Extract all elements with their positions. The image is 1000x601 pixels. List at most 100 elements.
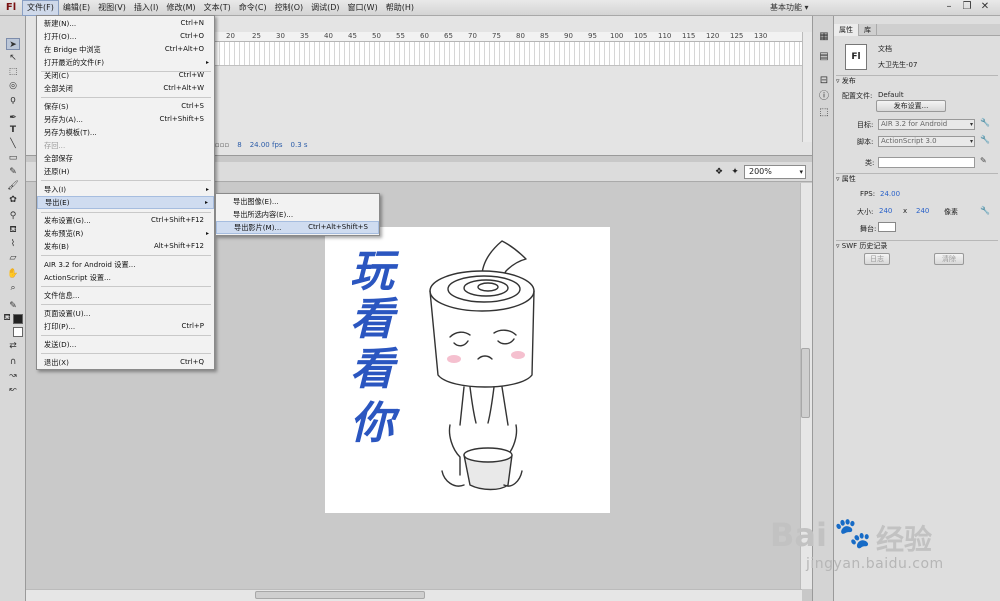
menu-item-close[interactable]: 关闭(C) Ctrl+W bbox=[37, 69, 214, 82]
pen-tool-icon[interactable]: ✒ bbox=[6, 112, 20, 124]
swf-history-section-header[interactable]: ▿ SWF 历史记录 bbox=[836, 240, 998, 251]
menu-file[interactable]: 文件(F) bbox=[22, 0, 59, 16]
menu-item-save-as-template[interactable]: 另存为模板(T)... bbox=[37, 126, 214, 139]
minimize-button[interactable]: – bbox=[940, 0, 958, 15]
menu-item-page-setup[interactable]: 页面设置(U)... bbox=[37, 307, 214, 320]
info-panel-icon[interactable]: ⓘ bbox=[817, 90, 831, 104]
free-transform-tool-icon[interactable]: ⬚ bbox=[6, 66, 20, 78]
line-tool-icon[interactable]: ╲ bbox=[6, 138, 20, 150]
fps-value[interactable]: 24.00 bbox=[880, 190, 900, 198]
eraser-tool-icon[interactable]: ▱ bbox=[6, 252, 20, 264]
menu-item-save-as[interactable]: 另存为(A)... Ctrl+Shift+S bbox=[37, 113, 214, 126]
bone-tool-icon[interactable]: ⚲ bbox=[6, 210, 20, 222]
width-value[interactable]: 240 bbox=[879, 207, 892, 215]
3d-rotation-tool-icon[interactable]: ◎ bbox=[6, 80, 20, 92]
rectangle-tool-icon[interactable]: ▭ bbox=[6, 152, 20, 164]
class-input[interactable] bbox=[878, 157, 975, 168]
hand-tool-icon[interactable]: ✋ bbox=[6, 268, 20, 280]
publish-settings-button[interactable]: 发布设置... bbox=[876, 100, 946, 112]
menu-item-exit[interactable]: 退出(X) Ctrl+Q bbox=[37, 356, 214, 369]
pencil-tool-icon[interactable]: ✎ bbox=[6, 166, 20, 178]
subselection-tool-icon[interactable]: ↖ bbox=[6, 52, 20, 64]
fill-color-swatch[interactable] bbox=[13, 327, 23, 337]
menu-item-check-in[interactable]: 存回... bbox=[37, 139, 214, 152]
menu-item-export[interactable]: 导出(E) ▸ bbox=[37, 196, 214, 209]
menu-item-open-recent[interactable]: 打开最近的文件(F) ▸ bbox=[37, 56, 214, 69]
swap-colors-icon[interactable]: ⇄ bbox=[6, 340, 20, 352]
swatches-panel-icon[interactable]: ▤ bbox=[817, 50, 831, 64]
restore-button[interactable]: ❐ bbox=[958, 0, 976, 15]
menu-item-open[interactable]: 打开(O)... Ctrl+O bbox=[37, 30, 214, 43]
menu-modify[interactable]: 修改(M) bbox=[162, 0, 199, 16]
script-select[interactable]: ActionScript 3.0 ▾ bbox=[878, 136, 975, 147]
menu-window[interactable]: 窗口(W) bbox=[344, 0, 382, 16]
menu-control[interactable]: 控制(O) bbox=[271, 0, 308, 16]
menu-item-browse-bridge[interactable]: 在 Bridge 中浏览 Ctrl+Alt+O bbox=[37, 43, 214, 56]
zoom-select[interactable]: 200% ▾ bbox=[744, 165, 806, 179]
menu-item-save[interactable]: 保存(S) Ctrl+S bbox=[37, 100, 214, 113]
menu-edit[interactable]: 编辑(E) bbox=[59, 0, 94, 16]
menu-item-export-image[interactable]: 导出图像(E)... bbox=[216, 195, 379, 208]
zoom-tool-icon[interactable]: ⌕ bbox=[6, 282, 20, 294]
fill-color-icon[interactable]: ⛾ bbox=[2, 312, 12, 324]
lasso-tool-icon[interactable]: ϙ bbox=[6, 94, 20, 106]
timeline-scrollbar[interactable] bbox=[802, 32, 812, 142]
straighten-icon[interactable]: ↜ bbox=[6, 384, 20, 396]
menu-item-print[interactable]: 打印(P)... Ctrl+P bbox=[37, 320, 214, 333]
menu-item-file-info[interactable]: 文件信息... bbox=[37, 289, 214, 302]
attributes-section-header[interactable]: ▿ 属性 bbox=[836, 173, 998, 184]
menu-item-save-all[interactable]: 全部保存 bbox=[37, 152, 214, 165]
menu-debug[interactable]: 调试(D) bbox=[307, 0, 343, 16]
color-panel-icon[interactable]: ▦ bbox=[817, 30, 831, 44]
publish-section-header[interactable]: ▿ 发布 bbox=[836, 75, 998, 86]
text-tool-icon[interactable]: T bbox=[6, 124, 20, 136]
menu-item-export-movie[interactable]: 导出影片(M)... Ctrl+Alt+Shift+S bbox=[216, 221, 379, 234]
transform-panel-icon[interactable]: ⬚ bbox=[817, 106, 831, 120]
menu-item-send[interactable]: 发送(D)... bbox=[37, 338, 214, 351]
wrench-icon[interactable]: 🔧 bbox=[980, 135, 990, 144]
menu-item-import[interactable]: 导入(I) ▸ bbox=[37, 183, 214, 196]
tab-properties[interactable]: 属性 bbox=[834, 24, 859, 36]
wrench-icon[interactable]: 🔧 bbox=[980, 206, 990, 215]
selection-tool-icon[interactable]: ➤ bbox=[6, 38, 20, 50]
deco-tool-icon[interactable]: ✿ bbox=[6, 194, 20, 206]
eyedropper-tool-icon[interactable]: ⌇ bbox=[6, 238, 20, 250]
menu-text[interactable]: 文本(T) bbox=[200, 0, 235, 16]
menu-item-air-android-settings[interactable]: AIR 3.2 for Android 设置... bbox=[37, 258, 214, 271]
stage-vertical-scroll-thumb[interactable] bbox=[801, 348, 810, 418]
height-value[interactable]: 240 bbox=[916, 207, 929, 215]
stage-horizontal-scroll-thumb[interactable] bbox=[255, 591, 425, 599]
onion-skin-icon[interactable]: ▫▫▫ bbox=[215, 141, 229, 151]
log-button[interactable]: 日志 bbox=[864, 253, 890, 265]
menu-item-actionscript-settings[interactable]: ActionScript 设置... bbox=[37, 271, 214, 284]
stroke-color-swatch[interactable] bbox=[13, 314, 23, 324]
menu-view[interactable]: 视图(V) bbox=[94, 0, 130, 16]
edit-symbol-icon[interactable]: ❖ bbox=[713, 166, 725, 178]
edit-class-icon[interactable]: ✎ bbox=[980, 156, 987, 165]
tab-library[interactable]: 库 bbox=[859, 24, 877, 36]
paint-bucket-tool-icon[interactable]: ⛾ bbox=[6, 224, 20, 236]
menu-item-publish[interactable]: 发布(B) Alt+Shift+F12 bbox=[37, 240, 214, 253]
clear-button[interactable]: 清除 bbox=[934, 253, 964, 265]
menu-commands[interactable]: 命令(C) bbox=[235, 0, 271, 16]
menu-item-new[interactable]: 新建(N)... Ctrl+N bbox=[37, 17, 214, 30]
menu-item-publish-settings[interactable]: 发布设置(G)... Ctrl+Shift+F12 bbox=[37, 214, 214, 227]
workspace-switcher[interactable]: 基本功能 ▾ bbox=[770, 0, 809, 16]
wrench-icon[interactable]: 🔧 bbox=[980, 118, 990, 127]
edit-scene-icon[interactable]: ✦ bbox=[729, 166, 741, 178]
menu-insert[interactable]: 插入(I) bbox=[130, 0, 163, 16]
smooth-icon[interactable]: ↝ bbox=[6, 370, 20, 382]
align-panel-icon[interactable]: ⊟ bbox=[817, 74, 831, 88]
menu-item-close-all[interactable]: 全部关闭 Ctrl+Alt+W bbox=[37, 82, 214, 95]
close-button[interactable]: ✕ bbox=[976, 0, 994, 15]
timeline-frames[interactable] bbox=[190, 42, 802, 66]
snap-magnet-icon[interactable]: ∩ bbox=[6, 356, 20, 368]
brush-tool-icon[interactable]: 🖌 bbox=[6, 180, 20, 192]
menu-help[interactable]: 帮助(H) bbox=[382, 0, 418, 16]
target-select[interactable]: AIR 3.2 for Android ▾ bbox=[878, 119, 975, 130]
menu-item-revert[interactable]: 还原(H) bbox=[37, 165, 214, 178]
stage-color-swatch[interactable] bbox=[878, 222, 896, 232]
stroke-color-icon[interactable]: ✎ bbox=[6, 300, 20, 312]
menu-item-export-selection[interactable]: 导出所选内容(E)... bbox=[216, 208, 379, 221]
menu-item-publish-preview[interactable]: 发布预览(R) ▸ bbox=[37, 227, 214, 240]
